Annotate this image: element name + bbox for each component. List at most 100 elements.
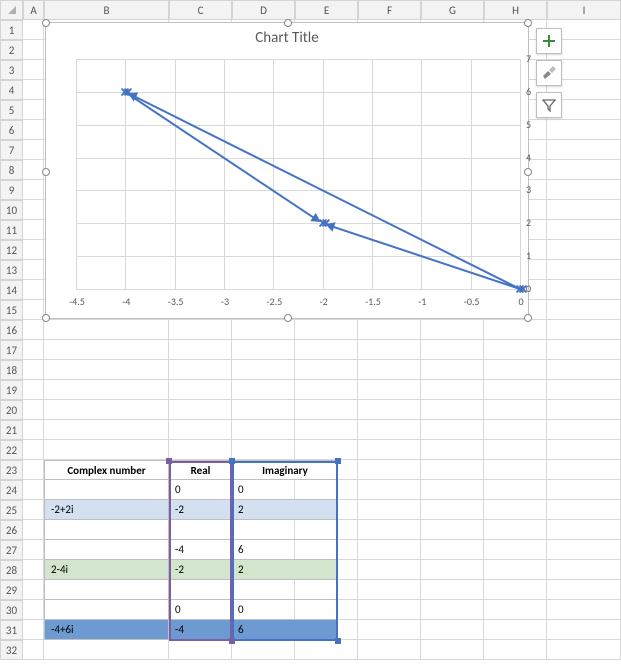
- cell[interactable]: [23, 520, 44, 540]
- cell[interactable]: [23, 440, 44, 460]
- cell[interactable]: [23, 340, 44, 360]
- table-cell-complex[interactable]: [44, 480, 169, 500]
- resize-handle[interactable]: [524, 19, 532, 27]
- cell[interactable]: [484, 360, 547, 380]
- cell[interactable]: [23, 20, 44, 40]
- cell[interactable]: [358, 520, 421, 540]
- cell[interactable]: [484, 340, 547, 360]
- cell[interactable]: [358, 320, 421, 340]
- cell[interactable]: [547, 180, 621, 200]
- cell[interactable]: [23, 600, 44, 620]
- cell[interactable]: [421, 340, 484, 360]
- table-cell-imag[interactable]: 6: [232, 540, 338, 560]
- cell[interactable]: [23, 240, 44, 260]
- cell[interactable]: [23, 300, 44, 320]
- cell[interactable]: [169, 400, 232, 420]
- table-cell-imag[interactable]: 2: [232, 500, 338, 520]
- cell[interactable]: [23, 460, 44, 480]
- resize-handle[interactable]: [42, 168, 50, 176]
- cell[interactable]: [547, 580, 621, 600]
- cell[interactable]: [23, 40, 44, 60]
- cell[interactable]: [547, 480, 621, 500]
- cell[interactable]: [421, 480, 484, 500]
- cell[interactable]: [484, 580, 547, 600]
- cell[interactable]: [358, 340, 421, 360]
- cell[interactable]: [547, 560, 621, 580]
- cell[interactable]: [358, 480, 421, 500]
- cell[interactable]: [358, 440, 421, 460]
- table-cell-complex[interactable]: [44, 580, 169, 600]
- table-cell-complex[interactable]: [44, 600, 169, 620]
- column-header[interactable]: G: [421, 0, 484, 20]
- cell[interactable]: [358, 360, 421, 380]
- cell[interactable]: [484, 560, 547, 580]
- table-cell-real[interactable]: -2: [169, 500, 232, 520]
- cell[interactable]: [295, 340, 358, 360]
- cell[interactable]: [547, 500, 621, 520]
- cell[interactable]: [23, 360, 44, 380]
- cell[interactable]: [232, 640, 295, 660]
- cell[interactable]: [358, 600, 421, 620]
- row-header[interactable]: 29: [0, 580, 23, 600]
- cell[interactable]: [44, 400, 169, 420]
- cell[interactable]: [484, 540, 547, 560]
- row-header[interactable]: 32: [0, 640, 23, 660]
- cell[interactable]: [358, 460, 421, 480]
- cell[interactable]: [358, 640, 421, 660]
- cell[interactable]: [23, 60, 44, 80]
- cell[interactable]: [23, 220, 44, 240]
- row-header[interactable]: 20: [0, 400, 23, 420]
- cell[interactable]: [547, 440, 621, 460]
- cell[interactable]: [484, 320, 547, 340]
- row-header[interactable]: 3: [0, 60, 23, 80]
- cell[interactable]: [44, 420, 169, 440]
- table-cell-imag[interactable]: [232, 580, 338, 600]
- column-header[interactable]: E: [295, 0, 358, 20]
- cell[interactable]: [484, 620, 547, 640]
- row-header[interactable]: 25: [0, 500, 23, 520]
- chart-marker[interactable]: [518, 284, 528, 294]
- cell[interactable]: [23, 400, 44, 420]
- cell[interactable]: [547, 240, 621, 260]
- row-header[interactable]: 17: [0, 340, 23, 360]
- row-header[interactable]: 5: [0, 100, 23, 120]
- row-header[interactable]: 23: [0, 460, 23, 480]
- table-cell-real[interactable]: -4: [169, 620, 232, 640]
- cell[interactable]: [358, 540, 421, 560]
- cell[interactable]: [23, 380, 44, 400]
- cell[interactable]: [23, 500, 44, 520]
- cell[interactable]: [44, 640, 169, 660]
- cell[interactable]: [421, 440, 484, 460]
- cell[interactable]: [232, 420, 295, 440]
- table-cell-real[interactable]: [169, 520, 232, 540]
- cell[interactable]: [44, 380, 169, 400]
- cell[interactable]: [421, 360, 484, 380]
- cell[interactable]: [169, 360, 232, 380]
- chart-styles-button[interactable]: [536, 60, 562, 86]
- table-cell-real[interactable]: 0: [169, 600, 232, 620]
- cell[interactable]: [421, 600, 484, 620]
- cell[interactable]: [547, 260, 621, 280]
- cell[interactable]: [358, 500, 421, 520]
- cell[interactable]: [421, 500, 484, 520]
- cell[interactable]: [547, 520, 621, 540]
- cell[interactable]: [358, 560, 421, 580]
- cell[interactable]: [44, 340, 169, 360]
- cell[interactable]: [484, 440, 547, 460]
- cell[interactable]: [484, 640, 547, 660]
- cell[interactable]: [547, 620, 621, 640]
- row-header[interactable]: 12: [0, 240, 23, 260]
- column-header[interactable]: D: [232, 0, 295, 20]
- cell[interactable]: [547, 640, 621, 660]
- column-header[interactable]: I: [547, 0, 621, 20]
- row-header[interactable]: 28: [0, 560, 23, 580]
- resize-handle[interactable]: [284, 314, 292, 322]
- row-header[interactable]: 7: [0, 140, 23, 160]
- row-header[interactable]: 1: [0, 20, 23, 40]
- row-header[interactable]: 16: [0, 320, 23, 340]
- resize-handle[interactable]: [284, 19, 292, 27]
- cell[interactable]: [44, 440, 169, 460]
- cell[interactable]: [547, 340, 621, 360]
- cell[interactable]: [421, 520, 484, 540]
- cell[interactable]: [484, 380, 547, 400]
